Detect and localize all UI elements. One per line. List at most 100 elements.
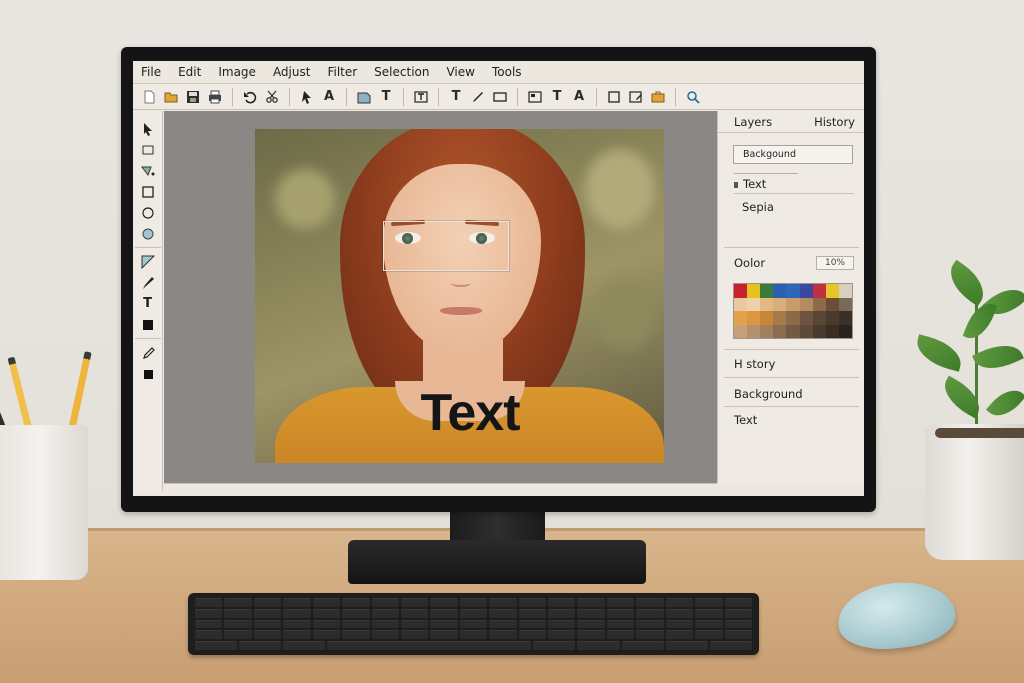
- key[interactable]: [283, 641, 326, 650]
- key[interactable]: [577, 619, 605, 629]
- shape-icon[interactable]: [354, 87, 374, 107]
- key[interactable]: [195, 619, 223, 629]
- font-icon[interactable]: A: [569, 87, 589, 107]
- color-swatch[interactable]: [812, 311, 826, 325]
- color-swatch[interactable]: [786, 324, 800, 338]
- key[interactable]: [283, 630, 311, 640]
- pencil-tool-icon[interactable]: [137, 342, 159, 363]
- key[interactable]: [371, 598, 399, 607]
- key[interactable]: [665, 619, 694, 629]
- portrait-photo[interactable]: Text: [255, 129, 664, 463]
- key[interactable]: [224, 619, 252, 629]
- history-item-text[interactable]: Text: [734, 413, 757, 427]
- color-swatch[interactable]: [747, 324, 761, 338]
- color-swatch[interactable]: [812, 324, 826, 338]
- key[interactable]: [548, 608, 576, 618]
- key[interactable]: [665, 630, 694, 640]
- gradient-tool-icon[interactable]: [137, 251, 159, 272]
- key[interactable]: [224, 630, 252, 640]
- key[interactable]: [430, 598, 458, 607]
- type-icon[interactable]: T: [446, 87, 466, 107]
- color-swatch[interactable]: [747, 311, 761, 325]
- key[interactable]: [342, 619, 370, 629]
- key[interactable]: [621, 641, 664, 650]
- color-swatch[interactable]: [734, 297, 748, 311]
- color-swatch[interactable]: [825, 284, 839, 298]
- layer-background[interactable]: Backgound: [733, 145, 853, 164]
- color-swatch[interactable]: [825, 311, 839, 325]
- key[interactable]: [518, 608, 547, 618]
- key[interactable]: [489, 619, 517, 629]
- color-swatch[interactable]: [747, 284, 761, 298]
- color-swatch[interactable]: [786, 311, 800, 325]
- color-swatch[interactable]: [773, 311, 787, 325]
- color-swatch[interactable]: [773, 324, 787, 338]
- background-color-icon[interactable]: [137, 363, 159, 384]
- key[interactable]: [606, 598, 635, 607]
- key[interactable]: [224, 608, 252, 618]
- key[interactable]: [342, 630, 370, 640]
- key[interactable]: [606, 630, 635, 640]
- pen-icon[interactable]: [468, 87, 488, 107]
- key[interactable]: [606, 619, 635, 629]
- canvas-area[interactable]: Text: [164, 111, 717, 483]
- key[interactable]: [577, 598, 605, 607]
- key[interactable]: [459, 619, 488, 629]
- key[interactable]: [283, 619, 311, 629]
- color-swatch[interactable]: [734, 284, 748, 298]
- menu-filter[interactable]: Filter: [327, 65, 365, 79]
- selection-rectangle[interactable]: [383, 221, 509, 271]
- color-swatch[interactable]: [760, 311, 774, 325]
- ellipse-tool-icon[interactable]: [137, 202, 159, 223]
- color-swatch[interactable]: [773, 284, 787, 298]
- key[interactable]: [636, 619, 664, 629]
- key[interactable]: [400, 619, 429, 629]
- key[interactable]: [724, 608, 752, 618]
- keyboard[interactable]: [188, 593, 759, 655]
- key[interactable]: [577, 630, 605, 640]
- type-icon[interactable]: T: [376, 87, 396, 107]
- key[interactable]: [312, 630, 341, 640]
- color-swatch[interactable]: [799, 324, 813, 338]
- cut-icon[interactable]: [262, 87, 282, 107]
- key[interactable]: [518, 598, 547, 607]
- image-frame-icon[interactable]: [525, 87, 545, 107]
- key[interactable]: [253, 608, 282, 618]
- toolbox-icon[interactable]: [648, 87, 668, 107]
- key[interactable]: [312, 619, 341, 629]
- key[interactable]: [371, 608, 399, 618]
- color-swatch[interactable]: [786, 284, 800, 298]
- key[interactable]: [665, 608, 694, 618]
- color-swatch[interactable]: [760, 324, 774, 338]
- key[interactable]: [342, 598, 370, 607]
- color-swatch[interactable]: [760, 284, 774, 298]
- layer-item-text[interactable]: Text: [734, 177, 854, 191]
- key[interactable]: [371, 619, 399, 629]
- pointer-icon[interactable]: [297, 87, 317, 107]
- key[interactable]: [430, 619, 458, 629]
- key[interactable]: [724, 619, 752, 629]
- color-swatch[interactable]: [760, 297, 774, 311]
- color-swatch[interactable]: [799, 284, 813, 298]
- color-swatch[interactable]: [838, 324, 852, 338]
- square-icon[interactable]: [604, 87, 624, 107]
- key[interactable]: [459, 630, 488, 640]
- color-swatch[interactable]: [812, 297, 826, 311]
- key[interactable]: [371, 630, 399, 640]
- key[interactable]: [489, 598, 517, 607]
- menu-file[interactable]: File: [141, 65, 169, 79]
- color-swatch[interactable]: [838, 311, 852, 325]
- text-box-icon[interactable]: [411, 87, 431, 107]
- color-swatch[interactable]: [786, 297, 800, 311]
- key[interactable]: [518, 619, 547, 629]
- key[interactable]: [195, 608, 223, 618]
- key[interactable]: [195, 630, 223, 640]
- key[interactable]: [577, 608, 605, 618]
- select-arrow-icon[interactable]: [137, 118, 159, 139]
- key[interactable]: [312, 608, 341, 618]
- print-icon[interactable]: [205, 87, 225, 107]
- type-tool-icon[interactable]: T: [137, 293, 159, 314]
- text-tool-icon[interactable]: A: [319, 87, 339, 107]
- fill-bucket-icon[interactable]: [137, 160, 159, 181]
- key[interactable]: [283, 608, 311, 618]
